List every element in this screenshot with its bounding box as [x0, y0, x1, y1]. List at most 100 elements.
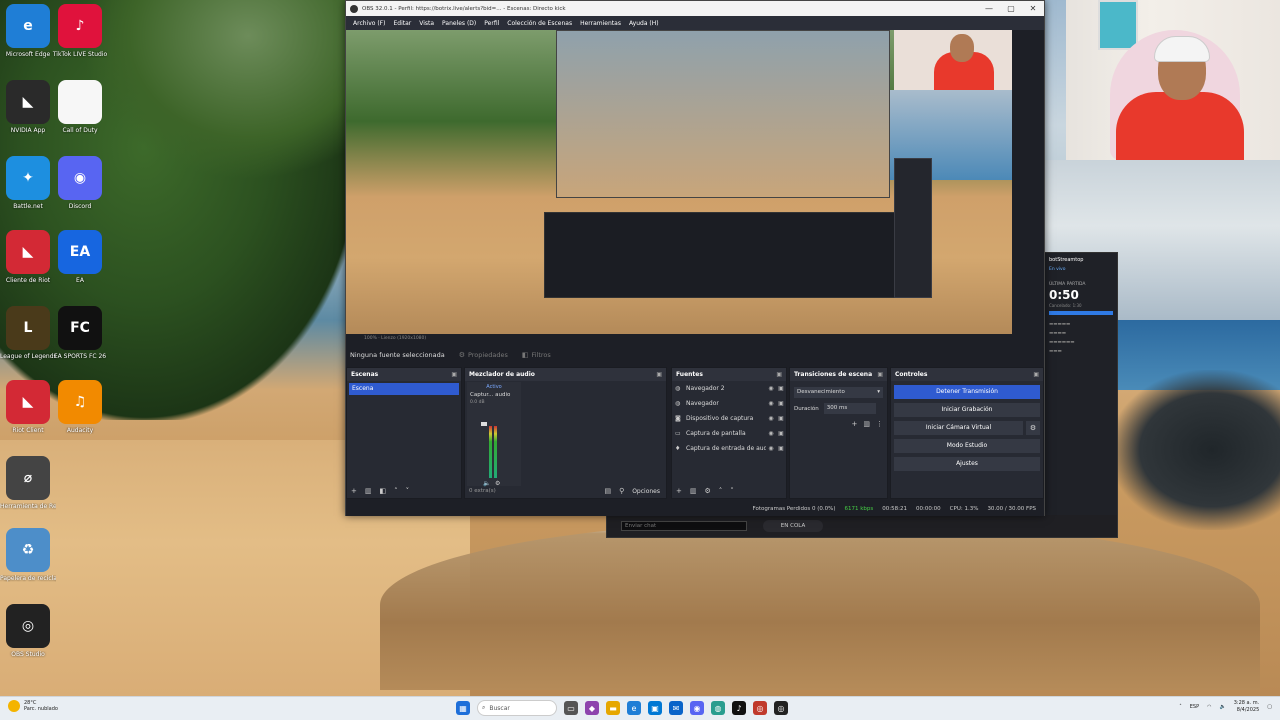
scene-item[interactable]: Escena — [349, 383, 459, 395]
desktop-icon[interactable]: ◎ OBS Studio — [0, 604, 56, 658]
obs-icon[interactable]: ◎ — [774, 701, 788, 715]
eye-icon[interactable]: ◉ — [766, 445, 776, 452]
desktop-icon[interactable]: L League of Legends — [0, 306, 56, 360]
desktop-icon[interactable]: ◣ NVIDIA App — [0, 80, 56, 134]
chevron-down-icon[interactable]: ˅ — [730, 487, 734, 495]
source-item[interactable]: ◍ Navegador ◉ ▣ — [672, 396, 786, 411]
desktop-icon[interactable]: ♫ Audacity — [52, 380, 108, 434]
add-icon[interactable]: + — [676, 487, 682, 495]
menu-help[interactable]: Ayuda (H) — [625, 20, 663, 27]
eye-icon[interactable]: ◉ — [766, 385, 776, 392]
task-view-icon[interactable]: ▭ — [564, 701, 578, 715]
volume-icon[interactable]: 🔈 — [1220, 704, 1226, 710]
menu-view[interactable]: Vista — [415, 20, 438, 27]
mixer-options-button[interactable]: Opciones — [632, 488, 660, 495]
menu-docks[interactable]: Paneles (D) — [438, 20, 480, 27]
start-recording-button[interactable]: Iniciar Grabación — [894, 403, 1040, 417]
desktop-icon[interactable]: ◉ Discord — [52, 156, 108, 210]
add-icon[interactable]: + — [852, 420, 858, 428]
volume-fader[interactable] — [481, 422, 487, 426]
weather-widget[interactable]: 28°C Parc. nublado — [8, 700, 58, 712]
duration-input[interactable]: 300 ms — [823, 403, 876, 414]
preview-area[interactable] — [346, 30, 1044, 334]
menu-profile[interactable]: Perfil — [480, 20, 503, 27]
chevron-up-icon[interactable]: ˄ — [719, 487, 723, 495]
desktop-icon[interactable]: Call of Duty — [52, 80, 108, 134]
trash-icon[interactable]: ▥ — [690, 487, 697, 495]
eye-icon[interactable]: ◉ — [766, 400, 776, 407]
file-explorer-icon[interactable]: ▬ — [606, 701, 620, 715]
filters-button[interactable]: ◧ Filtros — [522, 351, 551, 359]
notifications-icon[interactable]: ▢ — [1267, 704, 1272, 710]
desktop-icon[interactable]: ✦ Battle.net — [0, 156, 56, 210]
more-icon[interactable]: ⋮ — [876, 420, 883, 428]
menu-scene-collection[interactable]: Colección de Escenas — [503, 20, 576, 27]
browser-icon[interactable]: ◍ — [711, 701, 725, 715]
dock-menu-icon[interactable]: ▣ — [451, 371, 457, 378]
eye-icon[interactable]: ◉ — [766, 415, 776, 422]
store-icon[interactable]: ▣ — [648, 701, 662, 715]
edge-icon[interactable]: e — [627, 701, 641, 715]
mail-icon[interactable]: ✉ — [669, 701, 683, 715]
chevron-up-icon[interactable]: ˄ — [394, 487, 398, 495]
desktop-icon[interactable]: ♻ Papelera de reciclaje — [0, 528, 56, 582]
chevron-up-icon[interactable]: ˄ — [1179, 704, 1182, 710]
maximize-button[interactable]: ▢ — [1000, 4, 1022, 13]
source-item[interactable]: ◍ Navegador 2 ◉ ▣ — [672, 381, 786, 396]
filter-icon[interactable]: ◧ — [380, 487, 387, 495]
lock-icon[interactable]: ▣ — [776, 385, 786, 392]
preview-canvas[interactable] — [346, 30, 1012, 334]
menu-tools[interactable]: Herramientas — [576, 20, 625, 27]
lock-icon[interactable]: ▣ — [776, 415, 786, 422]
dock-menu-icon[interactable]: ▣ — [656, 371, 662, 378]
properties-button[interactable]: ⚙ Propiedades — [459, 351, 508, 359]
desktop-icon[interactable]: ◣ Cliente de Riot — [0, 230, 56, 284]
language-indicator[interactable]: ESP — [1190, 704, 1199, 710]
lock-icon[interactable]: ▣ — [776, 430, 786, 437]
source-item[interactable]: ♦ Captura de entrada de audio ◉ ▣ — [672, 441, 786, 456]
desktop-icon[interactable]: ⌀ Herramienta de Recortes — [0, 456, 56, 510]
chat-input[interactable]: Enviar chat — [621, 521, 747, 531]
preview-zoom-status[interactable]: 100% · Lienzo (1920x1080) — [346, 334, 1044, 344]
discord-icon[interactable]: ◉ — [690, 701, 704, 715]
chevron-down-icon[interactable]: ˅ — [406, 487, 410, 495]
desktop-icon[interactable]: e Microsoft Edge — [0, 4, 56, 58]
layout-icon[interactable]: ▤ — [604, 487, 611, 495]
add-icon[interactable]: + — [351, 487, 357, 495]
transition-select[interactable]: Desvanecimiento ▾ — [794, 387, 883, 398]
copilot-icon[interactable]: ◆ — [585, 701, 599, 715]
dock-menu-icon[interactable]: ▣ — [776, 371, 782, 378]
tiktok-icon[interactable]: ♪ — [732, 701, 746, 715]
trash-icon[interactable]: ▥ — [863, 420, 870, 428]
trash-icon[interactable]: ▥ — [365, 487, 372, 495]
desktop-icon[interactable]: ◣ Riot Client — [0, 380, 56, 434]
close-button[interactable]: ✕ — [1022, 4, 1044, 13]
gear-icon[interactable]: ⚙ — [705, 487, 711, 495]
link-icon[interactable]: ⚲ — [619, 487, 624, 495]
stop-streaming-button[interactable]: Detener Transmisión — [894, 385, 1040, 399]
desktop-icon[interactable]: FC EA SPORTS FC 26 — [52, 306, 108, 360]
desktop-icon[interactable]: ♪ TikTok LIVE Studio — [52, 4, 108, 58]
eye-icon[interactable]: ◉ — [766, 430, 776, 437]
queue-button[interactable]: EN COLA — [763, 520, 823, 532]
source-item[interactable]: ▭ Captura de pantalla ◉ ▣ — [672, 426, 786, 441]
preview-scrollbar[interactable] — [1012, 30, 1044, 334]
studio-mode-button[interactable]: Modo Estudio — [894, 439, 1040, 453]
start-virtual-camera-button[interactable]: Iniciar Cámara Virtual — [894, 421, 1023, 435]
lock-icon[interactable]: ▣ — [776, 400, 786, 407]
obs-titlebar[interactable]: OBS 32.0.1 - Perfil: https://botrix.live… — [346, 1, 1044, 16]
dock-menu-icon[interactable]: ▣ — [1033, 371, 1039, 378]
minimize-button[interactable]: — — [978, 4, 1000, 13]
record-icon[interactable]: ◎ — [753, 701, 767, 715]
windows-start-icon[interactable]: ▦ — [456, 701, 470, 715]
clock[interactable]: 3:28 a. m. 8/4/2025 — [1234, 700, 1260, 714]
menu-edit[interactable]: Editar — [389, 20, 415, 27]
lock-icon[interactable]: ▣ — [776, 445, 786, 452]
settings-button[interactable]: Ajustes — [894, 457, 1040, 471]
desktop-icon[interactable]: EA EA — [52, 230, 108, 284]
menu-file[interactable]: Archivo (F) — [349, 20, 389, 27]
obs-window[interactable]: OBS 32.0.1 - Perfil: https://botrix.live… — [345, 0, 1045, 516]
channel-name[interactable]: Captur... audio — [467, 392, 521, 398]
source-item[interactable]: ◙ Dispositivo de captura ◉ ▣ — [672, 411, 786, 426]
wifi-icon[interactable]: ◠ — [1207, 704, 1211, 710]
